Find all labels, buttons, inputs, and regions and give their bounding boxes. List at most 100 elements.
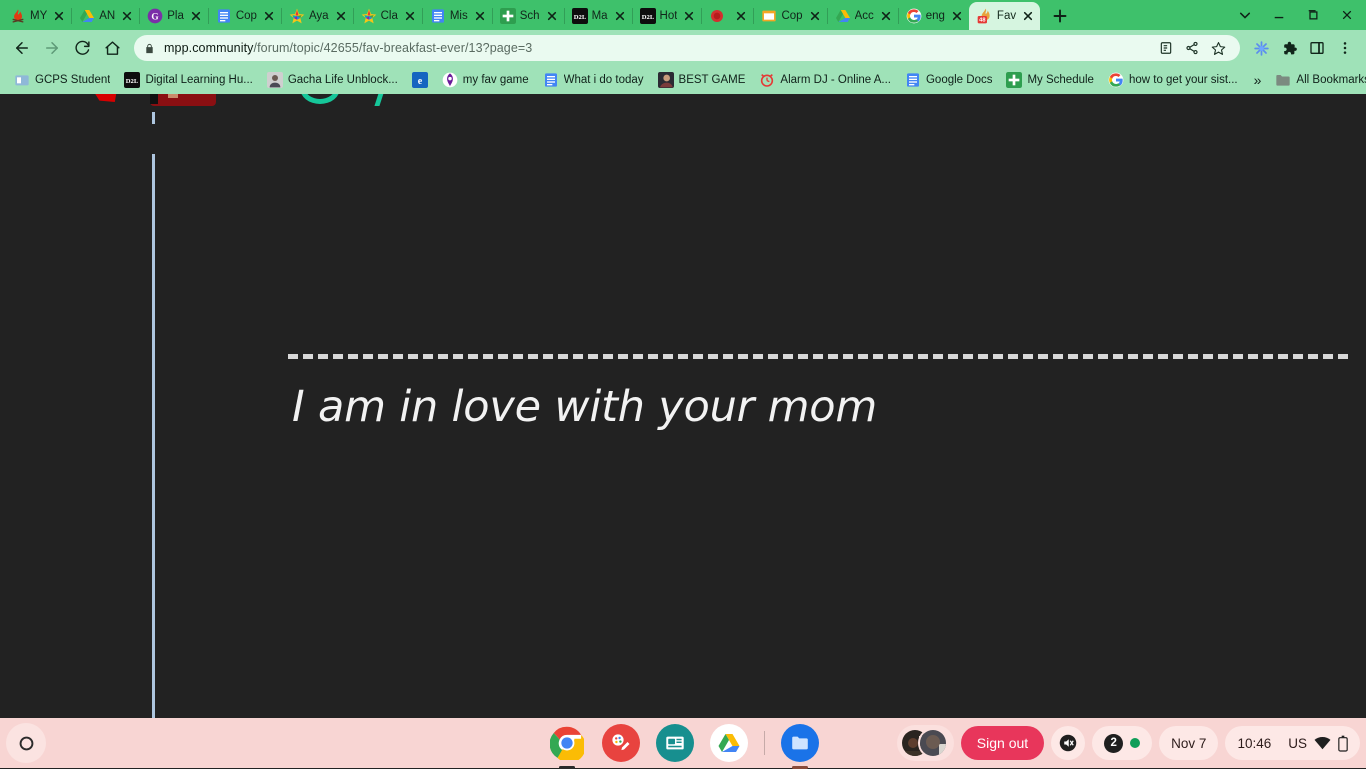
tab-close-button[interactable]	[51, 8, 67, 24]
browser-tab[interactable]: AN	[71, 2, 139, 30]
browser-tab[interactable]: Cla	[352, 2, 422, 30]
tab-close-button[interactable]	[188, 8, 204, 24]
back-button[interactable]	[8, 34, 36, 62]
tab-separator	[631, 8, 633, 24]
bookmark-item[interactable]: how to get your sist...	[1102, 70, 1244, 90]
browser-tab[interactable]: D2L Hot	[631, 2, 702, 30]
side-panel-icon[interactable]	[1304, 35, 1330, 61]
bookmark-label: What i do today	[563, 74, 644, 86]
bookmark-item[interactable]: BEST GAME	[652, 70, 752, 90]
url-path: /forum/topic/42655/fav-breakfast-ever/13…	[253, 41, 533, 55]
partial-red-art-left	[95, 94, 117, 102]
reload-button[interactable]	[68, 34, 96, 62]
google-docs-icon	[430, 8, 446, 24]
browser-tab[interactable]: G Pla	[139, 2, 208, 30]
date-pill[interactable]: Nov 7	[1159, 726, 1219, 760]
bookmark-item[interactable]: Gacha Life Unblock...	[261, 70, 404, 90]
browser-tab[interactable]	[701, 2, 753, 30]
three-dot-menu-icon[interactable]	[1332, 35, 1358, 61]
bookmark-item[interactable]: Alarm DJ - Online A...	[753, 70, 897, 90]
bookmark-item[interactable]: What i do today	[537, 70, 650, 90]
mute-icon[interactable]	[1051, 726, 1086, 760]
tab-close-button[interactable]	[733, 8, 749, 24]
puzzle-icon[interactable]	[1276, 35, 1302, 61]
sign-out-button[interactable]: Sign out	[960, 726, 1045, 760]
blue-asterisk-extension-icon[interactable]	[1248, 35, 1274, 61]
home-button[interactable]	[98, 34, 126, 62]
battery-icon	[1338, 735, 1348, 752]
avatar-group[interactable]	[896, 725, 954, 761]
shelf-app-chrome[interactable]	[548, 724, 586, 769]
new-tab-button[interactable]	[1046, 2, 1074, 30]
tab-search-button[interactable]	[1228, 0, 1262, 30]
browser-window: MY AN G Pla Cop Aya Cla Mis Sch D2L Ma D2L Hot Cop Acc…	[0, 0, 1366, 718]
bookmark-item[interactable]: GCPS Student	[8, 70, 116, 90]
svg-text:D2L: D2L	[573, 14, 586, 21]
svg-text:G: G	[152, 12, 159, 22]
bookmarks-overflow-button[interactable]: »	[1248, 70, 1268, 90]
close-window-button[interactable]	[1330, 0, 1364, 30]
google-search-icon	[906, 8, 922, 24]
tab-close-button[interactable]	[333, 8, 349, 24]
reading-list-icon[interactable]	[1154, 36, 1178, 60]
tab-title: Mis	[449, 10, 468, 22]
maximize-button[interactable]	[1296, 0, 1330, 30]
tab-close-button[interactable]	[612, 8, 628, 24]
lock-icon	[144, 42, 156, 55]
browser-tab[interactable]: Mis	[421, 2, 492, 30]
url-text: mpp.community/forum/topic/42655/fav-brea…	[164, 41, 532, 55]
browser-tab[interactable]: Sch	[491, 2, 564, 30]
shelf-app-paint[interactable]	[601, 724, 640, 762]
google-docs-icon	[543, 72, 559, 88]
bookmark-item[interactable]: e	[406, 70, 434, 90]
bookmark-label: BEST GAME	[678, 74, 746, 86]
bookmark-item[interactable]: Google Docs	[899, 70, 998, 90]
tab-close-button[interactable]	[402, 8, 418, 24]
tab-close-button[interactable]	[878, 8, 894, 24]
folder-blue-icon	[14, 72, 30, 88]
tab-title: Ma	[591, 10, 608, 22]
partial-red-art-block	[150, 94, 216, 106]
tab-title: eng	[925, 10, 945, 22]
browser-tab[interactable]: MY	[2, 2, 71, 30]
bookmark-item[interactable]: My Schedule	[1000, 70, 1099, 90]
all-bookmarks-button[interactable]: All Bookmarks	[1269, 70, 1366, 90]
partial-dark-art-block	[150, 94, 158, 104]
tab-close-button[interactable]	[472, 8, 488, 24]
tab-close-button[interactable]	[681, 8, 697, 24]
tab-close-button[interactable]	[119, 8, 135, 24]
google-docs-icon	[905, 72, 921, 88]
green-cross-icon	[1006, 72, 1023, 88]
tab-close-button[interactable]	[949, 8, 965, 24]
svg-text:e: e	[418, 76, 423, 87]
minimize-button[interactable]	[1262, 0, 1296, 30]
tab-close-button[interactable]	[261, 8, 277, 24]
tab-close-button[interactable]	[544, 8, 560, 24]
launcher-circle-icon[interactable]	[6, 723, 46, 763]
forward-button[interactable]	[38, 34, 66, 62]
tab-close-button[interactable]	[807, 8, 823, 24]
shelf-app-google-drive[interactable]	[709, 724, 748, 762]
notification-pill[interactable]: 2	[1092, 726, 1153, 760]
shelf-app-news[interactable]	[655, 724, 694, 762]
tab-close-button[interactable]	[1020, 8, 1036, 24]
bookmark-item[interactable]: my fav game	[436, 70, 535, 90]
browser-tab[interactable]: eng	[897, 2, 969, 30]
clock-and-system-pill[interactable]: 10:46 US	[1225, 726, 1360, 760]
url-host: mpp.community	[164, 41, 254, 55]
system-status-area: Sign out 2 Nov 7 10:46 US	[896, 722, 1360, 764]
browser-tab[interactable]: 48 Fav	[968, 2, 1041, 30]
browser-tab[interactable]: Acc	[826, 2, 898, 30]
browser-tab[interactable]: Cop	[207, 2, 281, 30]
bookmark-item[interactable]: D2L Digital Learning Hu...	[118, 70, 258, 90]
share-icon[interactable]	[1180, 36, 1204, 60]
wifi-icon	[1314, 736, 1331, 750]
browser-tab[interactable]: Aya	[280, 2, 353, 30]
browser-tab[interactable]: D2L Ma	[563, 2, 632, 30]
browser-tab[interactable]: Cop	[753, 2, 826, 30]
address-bar[interactable]: mpp.community/forum/topic/42655/fav-brea…	[134, 35, 1240, 61]
shelf-app-files[interactable]	[780, 724, 819, 769]
yellow-window-icon	[761, 8, 777, 24]
bookmark-star-icon[interactable]	[1206, 36, 1230, 60]
tab-title: Sch	[519, 10, 540, 22]
